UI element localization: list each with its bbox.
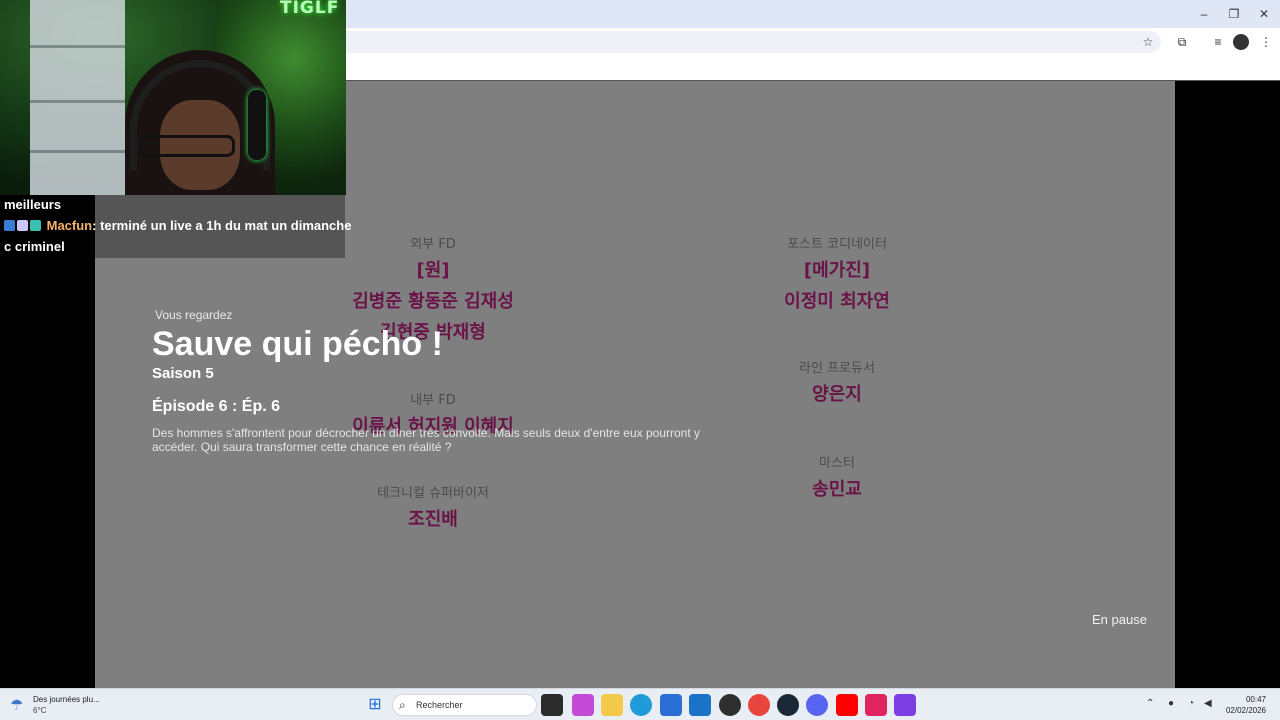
microphone-icon[interactable]: ● [1168,698,1174,709]
menu-icon[interactable]: ⋮ [1258,34,1274,50]
close-button[interactable]: ✕ [1249,4,1279,24]
credit-block-line-producer: 라인 프로듀서 양은지 [729,357,945,410]
search-icon: ⌕ [399,698,406,712]
credit-name: [메가진] [803,260,871,281]
show-title: Sauve qui pécho ! [152,325,443,363]
chat-overlay: meilleurs Macfun: terminé un live a 1h d… [0,195,351,257]
store-icon[interactable] [660,694,682,716]
windows-taskbar: ☂ Des journées plu... 6°C ⊞ ⌕ Rechercher… [0,688,1280,720]
chat-badge-icon [17,220,28,231]
credit-name: 양은지 [812,384,862,405]
chat-message: Macfun: terminé un live a 1h du mat un d… [0,215,351,237]
credit-role: 마스터 [819,456,855,471]
start-windows-icon[interactable]: ⊞ [364,694,386,716]
webcam-overlay: TIGLF [0,0,346,195]
credit-block-post-coordinator: 포스트 코디네이터 [메가진] 이정미 최자연 [729,233,945,317]
credit-name: 조진배 [408,509,458,530]
copilot-icon[interactable] [572,694,594,716]
search-placeholder: Rechercher [416,700,463,710]
credit-block-technical-supervisor: 테크니컬 슈퍼바이저 조진배 [325,482,541,535]
taskbar-search[interactable]: ⌕ Rechercher [392,694,537,716]
weather-rain-icon: ☂ [10,697,24,714]
credit-name: [원] [416,260,450,281]
episode-label: Épisode 6 : Ép. 6 [152,398,281,415]
chat-username: Macfun [46,218,93,233]
system-clock[interactable]: 00:47 02/02/2026 [1226,694,1266,716]
chat-text: : terminé un live a 1h du mat un dimanch… [92,218,352,233]
headset-earcup [248,90,266,160]
wifi-icon[interactable]: ◔ [1188,698,1194,709]
shelf-divider [30,100,125,103]
youtube-icon[interactable] [836,694,858,716]
credit-role: 테크니컬 슈퍼바이저 [377,486,489,501]
credit-role: 라인 프로듀서 [799,361,875,376]
obs-icon[interactable] [719,694,741,716]
browser-titlebar: – ❐ ✕ [346,0,1280,28]
weather-text: Des journées plu... [33,695,100,704]
chat-badge-icon [4,220,15,231]
extensions-icon[interactable]: ⧉ [1174,34,1190,50]
minimize-button[interactable]: – [1189,4,1219,24]
credit-name: 송민교 [812,479,862,500]
discord-icon[interactable] [806,694,828,716]
credit-role: 외부 FD [410,237,456,252]
credit-role: 포스트 코디네이터 [787,237,887,252]
outlook-icon[interactable] [689,694,711,716]
screen: – ❐ ✕ ☆ ⧉ ≡ ⋮ 외부 FD [원] 김병준 황동준 김재성 김현중 … [0,0,1280,720]
shelf-divider [30,150,125,153]
chat-line: meilleurs [4,197,62,212]
steam-icon[interactable] [777,694,799,716]
shelf-divider [30,45,125,48]
media-control-icon[interactable]: ≡ [1210,34,1226,50]
tiktok-icon[interactable] [865,694,887,716]
watching-label: Vous regardez [155,308,233,322]
edge-icon[interactable] [630,694,652,716]
chat-line: c criminel [4,239,65,254]
credit-name: 이정미 최자연 [784,291,890,312]
apps-icon[interactable] [894,694,916,716]
chrome-icon[interactable] [748,694,770,716]
neon-sign: TIGLF [280,0,340,18]
volume-icon[interactable]: ◀ [1204,698,1212,709]
pause-info-overlay: Vous regardez Sauve qui pécho ! Saison 5… [152,308,722,454]
profile-avatar[interactable] [1233,34,1249,50]
address-bar[interactable] [346,31,1161,53]
task-view-icon[interactable] [541,694,563,716]
browser-toolbar: ☆ ⧉ ≡ ⋮ [346,28,1280,56]
credit-block-master: 마스터 송민교 [729,452,945,505]
episode-description: Des hommes s'affrontent pour décrocher u… [152,426,700,454]
clock-date: 02/02/2026 [1225,706,1266,715]
season-label: Saison 5 [152,365,214,382]
bookmark-bar [346,56,1280,81]
weather-temp: 6°C [33,706,47,715]
restore-button[interactable]: ❐ [1219,4,1249,24]
paused-status: En pause [1092,612,1147,627]
clock-time: 00:47 [1245,695,1266,704]
chat-badge-icon [30,220,41,231]
file-explorer-icon[interactable] [601,694,623,716]
webcam-shelf [30,0,125,195]
tray-chevron-icon[interactable]: ⌃ [1146,698,1154,709]
bookmark-star-icon[interactable]: ☆ [1140,34,1156,50]
